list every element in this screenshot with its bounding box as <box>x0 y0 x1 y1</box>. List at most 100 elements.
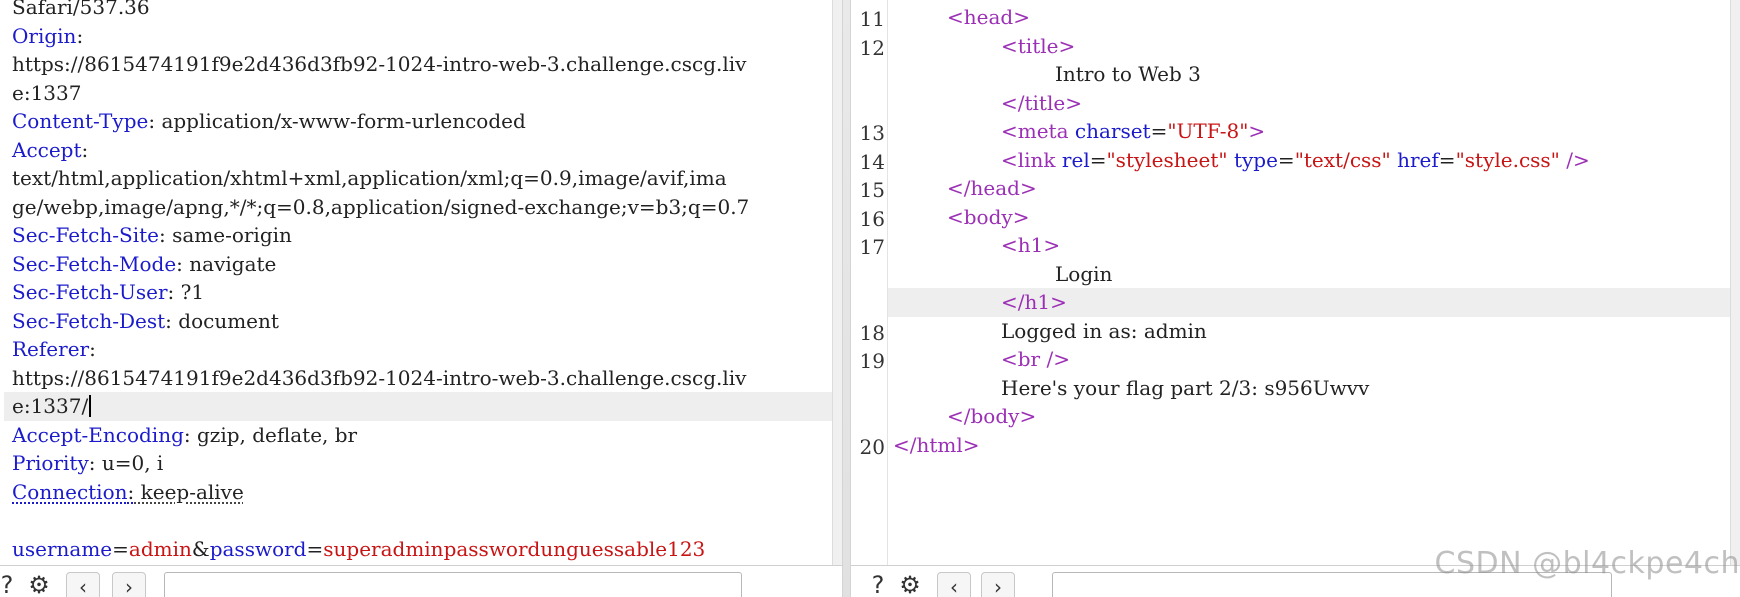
html-string: "text/css" <box>1294 147 1391 172</box>
question-circle-icon[interactable]: ? <box>865 572 891 597</box>
code-line: <title> <box>1001 32 1075 61</box>
code-line: <br /> <box>1001 345 1070 374</box>
param-equals: = <box>306 536 324 561</box>
line-number: 14 <box>859 149 885 174</box>
header-warning: Connection: keep-alive <box>12 480 244 504</box>
header-separator: : <box>183 422 191 447</box>
html-tag: <meta <box>1001 119 1075 143</box>
watermark: CSDN @bl4ckpe4ch <box>1434 546 1740 581</box>
code-line: <meta charset="UTF-8"> <box>1001 117 1265 146</box>
header-name: Sec-Fetch-Dest <box>12 308 166 333</box>
header-name: Sec-Fetch-User <box>12 280 168 304</box>
html-tag: </html> <box>893 432 980 457</box>
header-value: u=0, i <box>95 451 164 475</box>
code-line: <body> <box>947 203 1029 232</box>
request-line: Accept: <box>12 136 88 165</box>
code-line: Here's your flag part 2/3: s956Uwvv <box>1001 374 1369 403</box>
header-value: keep-alive <box>134 479 244 504</box>
html-tag: </body> <box>947 404 1037 428</box>
code-line: <h1> <box>1001 231 1060 260</box>
html-tag: </head> <box>947 176 1037 200</box>
header-name: Connection <box>12 479 128 504</box>
request-line: Sec-Fetch-Mode: navigate <box>12 250 276 279</box>
line-number: 12 <box>859 35 885 60</box>
line-number: 15 <box>859 178 885 202</box>
line-number-gutter <box>851 0 888 566</box>
header-value: gzip, deflate, br <box>190 422 358 447</box>
html-text: = <box>1438 147 1456 172</box>
request-line: Connection: keep-alive <box>12 478 244 507</box>
pane-splitter[interactable] <box>842 0 851 597</box>
param-name: username <box>12 536 113 561</box>
request-line: Safari/537.36 <box>12 0 150 22</box>
request-text: text/html,application/xhtml+xml,applicat… <box>12 166 727 190</box>
header-name: Priority <box>12 451 89 475</box>
question-circle-icon[interactable]: ? <box>0 572 20 597</box>
previous-match-button[interactable]: ‹ <box>66 572 100 597</box>
html-attribute: href <box>1397 147 1439 172</box>
previous-match-button[interactable]: ‹ <box>937 572 971 597</box>
request-line: Sec-Fetch-Dest: document <box>12 307 279 336</box>
request-line: Accept-Encoding: gzip, deflate, br <box>12 421 357 450</box>
param-equals: = <box>112 536 129 561</box>
html-tag: <link <box>1001 147 1062 172</box>
header-name: Origin <box>12 23 77 48</box>
request-line: Referer: <box>12 335 96 364</box>
html-text: Logged in as: admin <box>1001 318 1207 343</box>
code-line: </body> <box>947 402 1036 431</box>
request-text: https://8615474191f9e2d436d3fb92-1024-in… <box>12 52 747 76</box>
next-match-button[interactable]: › <box>981 572 1015 597</box>
header-value: same-origin <box>165 223 292 247</box>
request-editor-pane[interactable]: Safari/537.36 Origin: https://8615474191f9… <box>0 0 842 597</box>
header-name: Accept <box>12 137 82 162</box>
html-tag: <body> <box>947 204 1030 229</box>
gear-icon[interactable]: ⚙ <box>26 572 52 597</box>
request-scrollbar[interactable] <box>832 0 842 566</box>
code-line: <link rel="stylesheet" type="text/css" h… <box>1001 146 1590 175</box>
chevron-right-icon: › <box>994 575 1002 597</box>
response-scrollbar[interactable] <box>1730 0 1740 566</box>
line-number: 17 <box>859 235 885 259</box>
chevron-right-icon: › <box>125 575 133 597</box>
param-value: admin <box>128 536 192 561</box>
request-bottom-toolbar: ? ⚙ ‹ › <box>0 565 842 597</box>
header-value: ?1 <box>174 280 205 304</box>
param-separator: & <box>191 536 210 561</box>
header-name: Accept-Encoding <box>12 422 184 447</box>
param-name: password <box>209 536 307 561</box>
header-separator: : <box>88 451 96 475</box>
html-text: Intro to Web 3 <box>1055 62 1201 86</box>
request-text: e:1337 <box>12 80 82 105</box>
code-line: Login <box>1055 260 1112 289</box>
html-string: "UTF-8" <box>1167 119 1249 143</box>
param-value: superadminpasswordunguessable123 <box>323 536 706 561</box>
request-search-input[interactable] <box>164 572 742 597</box>
request-text: Safari/537.36 <box>12 0 150 19</box>
request-line: Sec-Fetch-Site: same-origin <box>12 221 292 250</box>
html-text: = <box>1150 119 1168 143</box>
html-tag: <br /> <box>1001 347 1070 371</box>
request-line: ge/webp,image/apng,*/*;q=0.8,application… <box>12 193 749 222</box>
html-attribute: type <box>1233 147 1278 172</box>
code-line: Logged in as: admin <box>1001 317 1207 346</box>
code-line: <head> <box>947 3 1030 32</box>
html-tag: </title> <box>1001 90 1082 115</box>
header-name: Referer <box>12 337 90 361</box>
html-text: Login <box>1055 261 1113 286</box>
html-tag: </h1> <box>1001 290 1067 314</box>
request-text: ge/webp,image/apng,*/*;q=0.8,application… <box>12 194 750 219</box>
line-number: 19 <box>859 349 885 373</box>
html-tag: > <box>1248 119 1266 143</box>
header-separator: : <box>165 308 172 333</box>
response-editor-pane[interactable]: 11 <head> 12 <title> Intro to Web 3 </title> 1… <box>851 0 1740 597</box>
code-line: </title> <box>1001 89 1082 118</box>
code-line: </head> <box>947 174 1037 203</box>
header-name: Content-Type <box>12 109 149 133</box>
line-number: 20 <box>859 434 885 459</box>
html-tag: <title> <box>1001 33 1076 58</box>
request-text: https://8615474191f9e2d436d3fb92-1024-in… <box>12 365 747 390</box>
next-match-button[interactable]: › <box>112 572 146 597</box>
request-line: Sec-Fetch-User: ?1 <box>12 278 204 307</box>
html-attribute: rel <box>1061 147 1090 172</box>
gear-icon[interactable]: ⚙ <box>897 572 923 597</box>
